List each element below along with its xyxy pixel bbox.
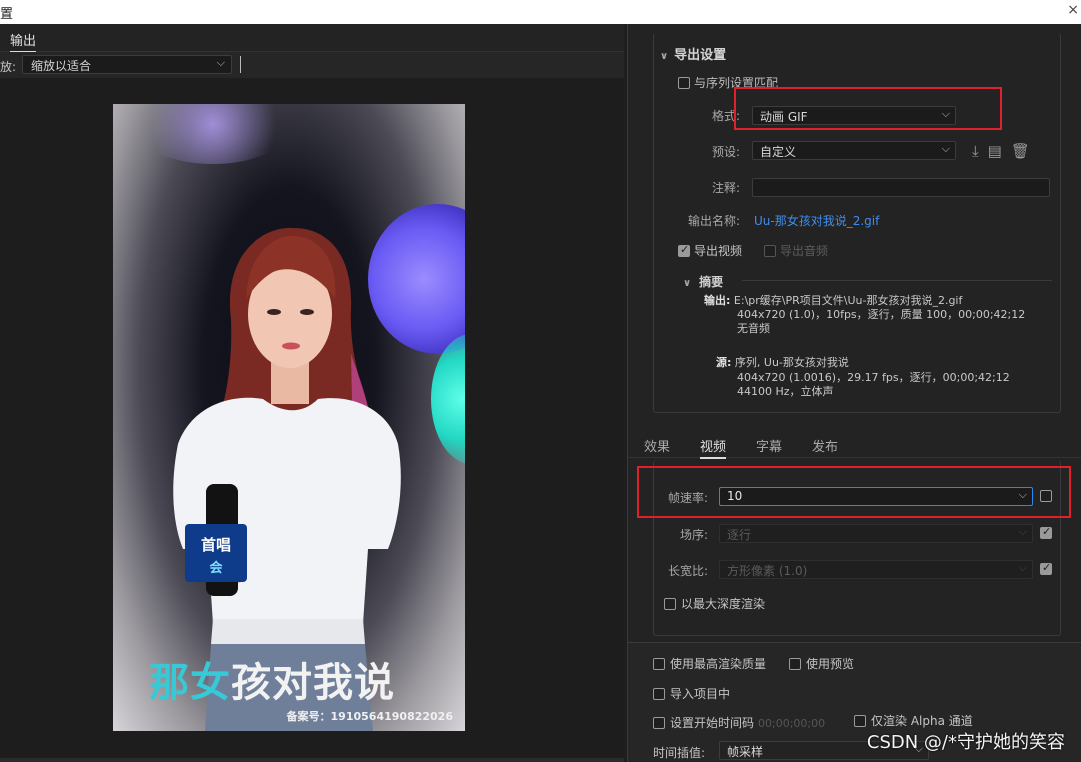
summary-output-line-1: E:\pr缓存\PR项目文件\Uu-那女孩对我说_2.gif (733, 294, 963, 307)
preset-icons: ⤓ ▤ 🗑 (972, 142, 1039, 160)
field-order-select[interactable]: 逐行 ⌵ (719, 524, 1033, 543)
summary-output: 输出: E:\pr缓存\PR项目文件\Uu-那女孩对我说_2.gif (704, 294, 962, 307)
divider (240, 56, 241, 73)
output-name-label: 输出名称: (687, 214, 740, 228)
highlight-box-format (734, 87, 1002, 130)
window-titlebar: 置 × (0, 0, 1081, 24)
chevron-down-icon: ⌵ (216, 56, 225, 69)
start-time-row[interactable]: 设置开始时间码 00;00;00;00 (653, 714, 825, 731)
tab-output[interactable]: 输出 (10, 30, 37, 53)
import-project-label: 导入项目中 (670, 687, 731, 701)
preset-select[interactable]: 自定义 ⌵ (752, 141, 956, 160)
delete-preset-icon[interactable]: 🗑 (1011, 142, 1030, 160)
singer-figure: 首唱 会 (173, 227, 401, 731)
match-sequence-checkbox[interactable] (678, 77, 690, 89)
start-time-value[interactable]: 00;00;00;00 (758, 717, 825, 730)
output-preview-panel: 输出 放: 缩放以适合 ⌵ 首唱 会 那女孩对我说 备案号：1910564190… (0, 24, 624, 762)
chevron-down-icon: ⌵ (1018, 561, 1027, 574)
aspect-select[interactable]: 方形像素 (1.0) ⌵ (719, 560, 1033, 579)
highlight-box-framerate (637, 466, 1071, 518)
field-order-label: 场序: (679, 528, 708, 542)
chevron-down-icon: ⌵ (1018, 525, 1027, 538)
import-project-row[interactable]: 导入项目中 (653, 685, 730, 702)
max-depth-checkbox[interactable] (664, 598, 676, 610)
interp-label: 时间插值: (653, 746, 706, 760)
scale-select[interactable]: 缩放以适合 ⌵ (22, 55, 232, 74)
scale-label: 放: (0, 60, 17, 74)
summary-source-line-1: 序列, Uu-那女孩对我说 (734, 356, 849, 369)
scale-row: 放: 缩放以适合 ⌵ (0, 52, 624, 78)
video-preview-frame: 首唱 会 那女孩对我说 备案号：1910564190822026 (113, 104, 465, 731)
summary-title: 摘要 (699, 275, 724, 289)
record-number: 备案号：1910564190822026 (286, 710, 453, 723)
max-quality-checkbox[interactable] (653, 658, 665, 670)
section-title-export[interactable]: ∨ 导出设置 (660, 44, 726, 63)
preset-select-value: 自定义 (760, 145, 797, 159)
export-video-label: 导出视频 (694, 244, 743, 258)
comment-input[interactable] (752, 178, 1050, 197)
tab-effects[interactable]: 效果 (644, 436, 670, 455)
max-quality-row[interactable]: 使用最高渲染质量 (653, 655, 766, 672)
field-order-value: 逐行 (727, 528, 752, 542)
use-preview-checkbox[interactable] (789, 658, 801, 670)
comment-label: 注释: (711, 181, 740, 195)
export-audio-label: 导出音频 (780, 244, 829, 258)
use-preview-label: 使用预览 (806, 657, 855, 671)
summary-source: 源: 序列, Uu-那女孩对我说 (716, 356, 849, 369)
settings-tabbar: 效果 视频 字幕 发布 (628, 430, 1081, 459)
summary-source-label: 源: (716, 356, 732, 369)
summary-output-line-2: 404x720 (1.0)，10fps，逐行，质量 100，00;00;42;1… (737, 308, 1026, 321)
start-time-checkbox[interactable] (653, 717, 665, 729)
start-time-label: 设置开始时间码 (670, 716, 755, 730)
render-alpha-row[interactable]: 仅渲染 Alpha 通道 (854, 712, 973, 729)
save-preset-icon[interactable]: ⤓ (972, 142, 979, 160)
max-quality-label: 使用最高渲染质量 (670, 657, 767, 671)
aspect-value: 方形像素 (1.0) (727, 564, 808, 578)
svg-text:首唱: 首唱 (201, 536, 231, 554)
caption-highlight: 那女 (149, 660, 231, 706)
preview-tabbar: 输出 (0, 24, 624, 53)
svg-text:会: 会 (209, 560, 223, 576)
chevron-down-icon: ⌵ (941, 142, 950, 155)
summary-source-line-3: 44100 Hz，立体声 (737, 385, 834, 398)
summary-output-label: 输出: (704, 294, 731, 307)
import-preset-icon[interactable]: ▤ (988, 142, 1002, 160)
watermark-text: CSDN @/*守护她的笑容 (866, 732, 1065, 753)
aspect-label: 长宽比: (667, 564, 708, 578)
chevron-down-icon: ∨ (683, 278, 692, 289)
preset-label: 预设: (711, 145, 740, 159)
use-preview-row[interactable]: 使用预览 (789, 655, 854, 672)
field-order-checkbox[interactable] (1040, 525, 1052, 539)
output-name-link[interactable]: Uu-那女孩对我说_2.gif (754, 212, 879, 229)
render-alpha-label: 仅渲染 Alpha 通道 (871, 714, 973, 728)
max-depth-row[interactable]: 以最大深度渲染 (664, 595, 765, 612)
section-title-label: 导出设置 (674, 48, 727, 63)
summary-source-line-2: 404x720 (1.0016)，29.17 fps，逐行，00;00;42;1… (737, 371, 1010, 384)
format-label: 格式: (711, 109, 740, 123)
aspect-checkbox[interactable] (1040, 561, 1052, 575)
summary-header[interactable]: ∨ 摘要 (683, 273, 723, 290)
summary-output-line-3: 无音频 (737, 322, 770, 335)
divider (742, 280, 1052, 281)
render-alpha-checkbox[interactable] (854, 715, 866, 727)
import-project-checkbox[interactable] (653, 688, 665, 700)
window-title: 置 (0, 7, 14, 22)
export-settings-panel: ∨ 导出设置 与序列设置匹配 格式: 动画 GIF ⌵ 预设: 自定义 ⌵ ⤓ ▤ 🗑… (627, 24, 1081, 762)
chevron-down-icon: ∨ (660, 51, 669, 62)
interp-value: 帧采样 (727, 745, 764, 759)
timeline-strip (0, 758, 624, 762)
scale-select-value: 缩放以适合 (31, 59, 92, 73)
subtitle-caption: 那女孩对我说 (149, 650, 395, 708)
close-icon[interactable]: × (1067, 2, 1079, 18)
tab-captions[interactable]: 字幕 (756, 436, 782, 455)
tab-video[interactable]: 视频 (700, 436, 727, 459)
export-audio-checkbox[interactable] (764, 245, 776, 257)
tab-publish[interactable]: 发布 (812, 436, 838, 455)
export-video-row[interactable]: 导出视频 (678, 242, 742, 259)
export-audio-row[interactable]: 导出音频 (764, 242, 828, 259)
export-video-checkbox[interactable] (678, 243, 690, 257)
max-depth-label: 以最大深度渲染 (681, 597, 766, 611)
caption-rest: 孩对我说 (231, 660, 395, 706)
